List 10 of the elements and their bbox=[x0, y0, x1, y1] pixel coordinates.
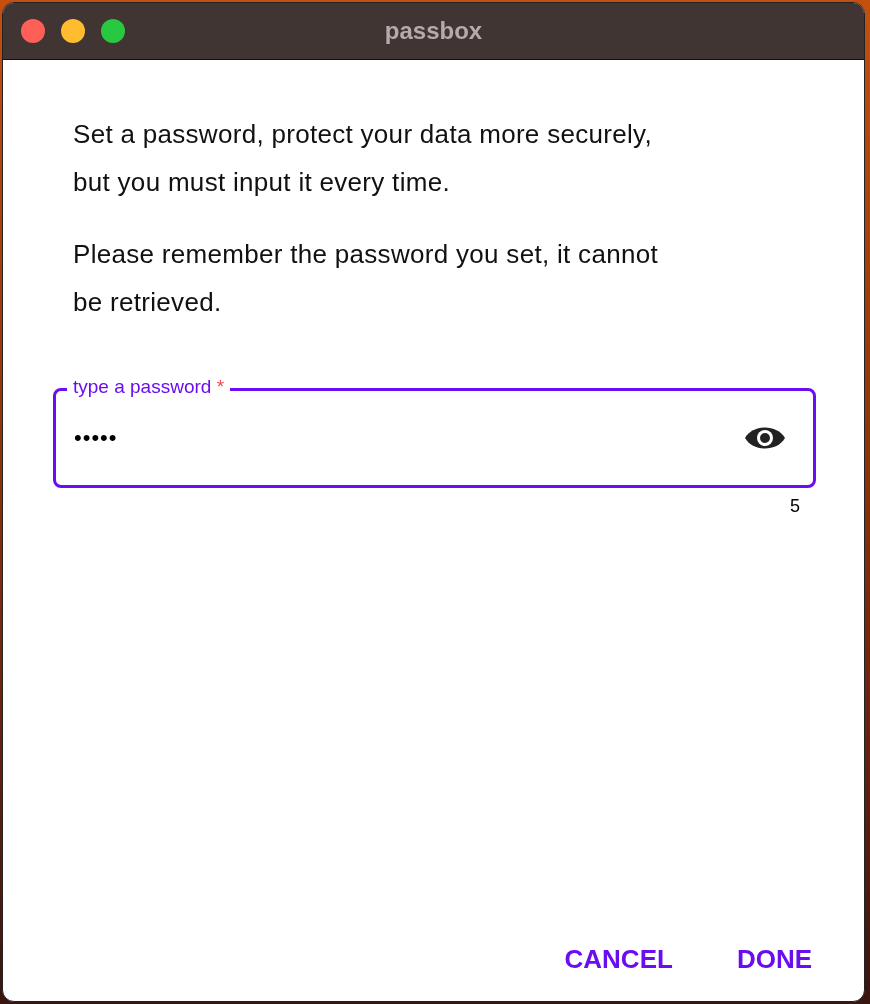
window-title: passbox bbox=[384, 16, 483, 46]
zoom-button[interactable] bbox=[101, 19, 125, 43]
info-paragraph: Set a password, protect your data more securely, but you must input it every time. bbox=[73, 118, 653, 199]
close-button[interactable] bbox=[21, 19, 45, 43]
minimize-button[interactable] bbox=[61, 19, 85, 43]
character-counter: 5 bbox=[790, 496, 800, 517]
password-value: ••••• bbox=[74, 425, 118, 451]
cancel-button[interactable]: CANCEL bbox=[560, 940, 677, 979]
info-paragraph: Please remember the password you set, it cannot be retrieved. bbox=[73, 238, 659, 319]
done-button[interactable]: DONE bbox=[732, 940, 816, 979]
